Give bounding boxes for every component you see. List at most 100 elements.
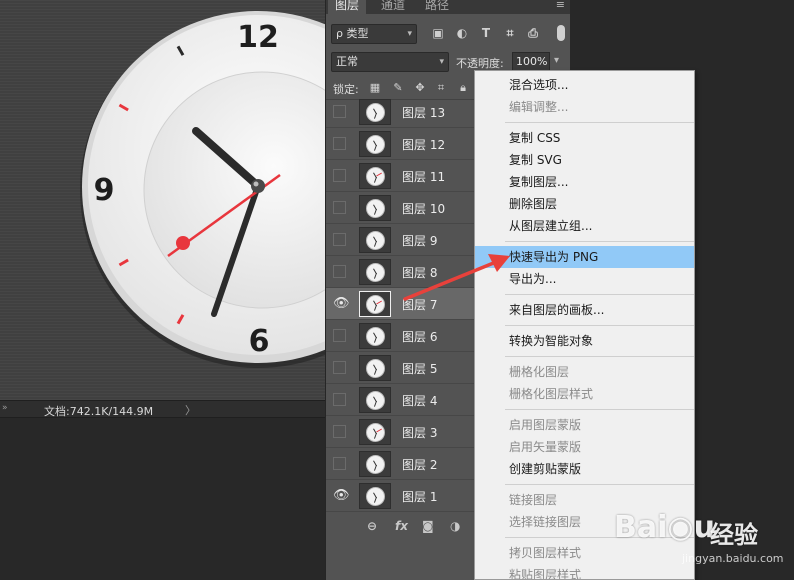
layer-name[interactable]: 图层 2 [402, 456, 437, 473]
layer-thumbnail [359, 323, 391, 349]
adjustment-icon[interactable]: ◑ [450, 519, 460, 533]
clock-illustration: 12 9 6 [80, 11, 325, 368]
document-size-info: 文档:742.1K/144.9M [44, 405, 154, 418]
eye-icon[interactable]: 👁︎ [333, 297, 350, 310]
menu-item[interactable]: 复制 CSS [475, 127, 694, 149]
tab-layers[interactable]: 图层 [328, 0, 367, 14]
pixel-filter-icon[interactable]: ▣ [430, 25, 446, 41]
workspace-background [0, 419, 325, 580]
status-expand-icon[interactable]: » [2, 403, 8, 413]
tab-paths[interactable]: 路径 [418, 0, 456, 14]
menu-item: 启用矢量蒙版 [509, 440, 582, 454]
tab-channels[interactable]: 通道 [374, 0, 412, 14]
visibility-toggle[interactable] [333, 137, 346, 150]
visibility-toggle[interactable] [333, 393, 346, 406]
opacity-input[interactable]: 100% [512, 52, 550, 72]
watermark-title: 经验 [710, 521, 758, 549]
layer-thumbnail [359, 99, 391, 125]
menu-item[interactable]: 来自图层的画板... [475, 299, 694, 321]
menu-item[interactable]: 删除图层 [475, 193, 694, 215]
menu-item: 栅格化图层 [509, 365, 570, 379]
layer-name[interactable]: 图层 6 [402, 328, 437, 345]
mask-icon[interactable]: ◙ [422, 519, 434, 533]
layer-name[interactable]: 图层 4 [402, 392, 437, 409]
menu-item[interactable]: 混合选项... [475, 74, 694, 96]
visibility-toggle[interactable] [333, 425, 346, 438]
chevron-down-icon: ▾ [407, 29, 412, 39]
layer-name[interactable]: 图层 10 [402, 200, 445, 217]
link-icon[interactable]: ⊖ [367, 519, 377, 533]
menu-item[interactable]: 复制图层... [475, 171, 694, 193]
menu-separator [505, 122, 694, 123]
menu-separator [505, 484, 694, 485]
layer-name[interactable]: 图层 3 [402, 424, 437, 441]
clock-number-9: 9 [94, 173, 115, 208]
layer-name[interactable]: 图层 12 [402, 136, 445, 153]
type-filter-icon[interactable]: T [478, 25, 494, 41]
layer-name[interactable]: 图层 9 [402, 232, 437, 249]
status-bar: » 文档:742.1K/144.9M 〉 [0, 400, 325, 418]
visibility-toggle[interactable] [333, 201, 346, 214]
layer-thumbnail [359, 163, 391, 189]
menu-item[interactable]: 复制 SVG [475, 149, 694, 171]
lock-all-icon[interactable]: 🔒︎ [456, 81, 470, 95]
opacity-dropdown-icon[interactable]: ▾ [554, 55, 559, 66]
watermark-url: jingyan.baidu.com [682, 552, 784, 565]
adjustment-filter-icon[interactable]: ◐ [454, 25, 470, 41]
status-menu-icon[interactable]: 〉 [185, 402, 196, 418]
visibility-toggle[interactable] [333, 457, 346, 470]
layer-thumbnail [359, 259, 391, 285]
panel-menu-icon[interactable]: ≡ [556, 0, 565, 11]
layer-thumbnail [359, 387, 391, 413]
menu-item[interactable]: 从图层建立组... [475, 215, 694, 237]
filter-toggle-icon[interactable] [557, 25, 565, 41]
opacity-label: 不透明度: [456, 57, 504, 70]
document-canvas[interactable]: 12 9 6 [0, 0, 325, 400]
blend-mode-select[interactable]: 正常 ▾ [331, 52, 449, 72]
menu-item: 栅格化图层样式 [509, 387, 594, 401]
clock-number-12: 12 [237, 20, 279, 55]
menu-separator [505, 294, 694, 295]
layer-name[interactable]: 图层 7 [402, 296, 437, 313]
visibility-toggle[interactable] [333, 233, 346, 246]
lock-artboard-icon[interactable]: ⌗ [434, 81, 448, 95]
lock-label: 锁定: [333, 83, 359, 96]
shape-filter-icon[interactable]: ⌗ [502, 25, 518, 41]
layer-thumbnail [359, 131, 391, 157]
blend-mode-label: 正常 [336, 55, 358, 68]
visibility-toggle[interactable] [333, 105, 346, 118]
chevron-down-icon: ▾ [439, 57, 444, 67]
layer-thumbnail [359, 483, 391, 509]
menu-item[interactable]: 快速导出为 PNG [475, 246, 694, 268]
lock-position-icon[interactable]: ✥ [413, 81, 427, 95]
menu-separator [505, 325, 694, 326]
layer-name[interactable]: 图层 5 [402, 360, 437, 377]
menu-item[interactable]: 导出为... [475, 268, 694, 290]
layer-filter-row: ρ 类型 ▾ ▣ ◐ T ⌗ ⎙ [326, 22, 571, 48]
layer-thumbnail [359, 419, 391, 445]
visibility-toggle[interactable] [333, 265, 346, 278]
smart-object-filter-icon[interactable]: ⎙ [525, 25, 541, 41]
filter-kind-select[interactable]: ρ 类型 ▾ [331, 24, 417, 44]
layer-name[interactable]: 图层 1 [402, 488, 437, 505]
fx-icon[interactable]: fx [395, 519, 408, 533]
visibility-toggle[interactable] [333, 361, 346, 374]
layer-name[interactable]: 图层 13 [402, 104, 445, 121]
menu-item[interactable]: 创建剪贴蒙版 [475, 458, 694, 480]
lock-transparent-icon[interactable]: ▦ [368, 81, 382, 95]
lock-image-icon[interactable]: ✎ [391, 81, 405, 95]
visibility-toggle[interactable] [333, 329, 346, 342]
photoshop-window: 12 9 6 » 文档:742.1K/144.9M 〉 图层 通道 路径 ≡ ρ… [0, 0, 794, 580]
eye-icon[interactable]: 👁︎ [333, 489, 350, 502]
layer-name[interactable]: 图层 11 [402, 168, 445, 185]
layer-thumbnail [359, 451, 391, 477]
visibility-toggle[interactable] [333, 169, 346, 182]
layer-thumbnail [359, 355, 391, 381]
layer-thumbnail [359, 291, 391, 317]
layer-name[interactable]: 图层 8 [402, 264, 437, 281]
layer-thumbnail [359, 195, 391, 221]
filter-kind-label: ρ 类型 [336, 27, 369, 40]
menu-separator [505, 409, 694, 410]
menu-item[interactable]: 转换为智能对象 [475, 330, 694, 352]
menu-separator [505, 241, 694, 242]
